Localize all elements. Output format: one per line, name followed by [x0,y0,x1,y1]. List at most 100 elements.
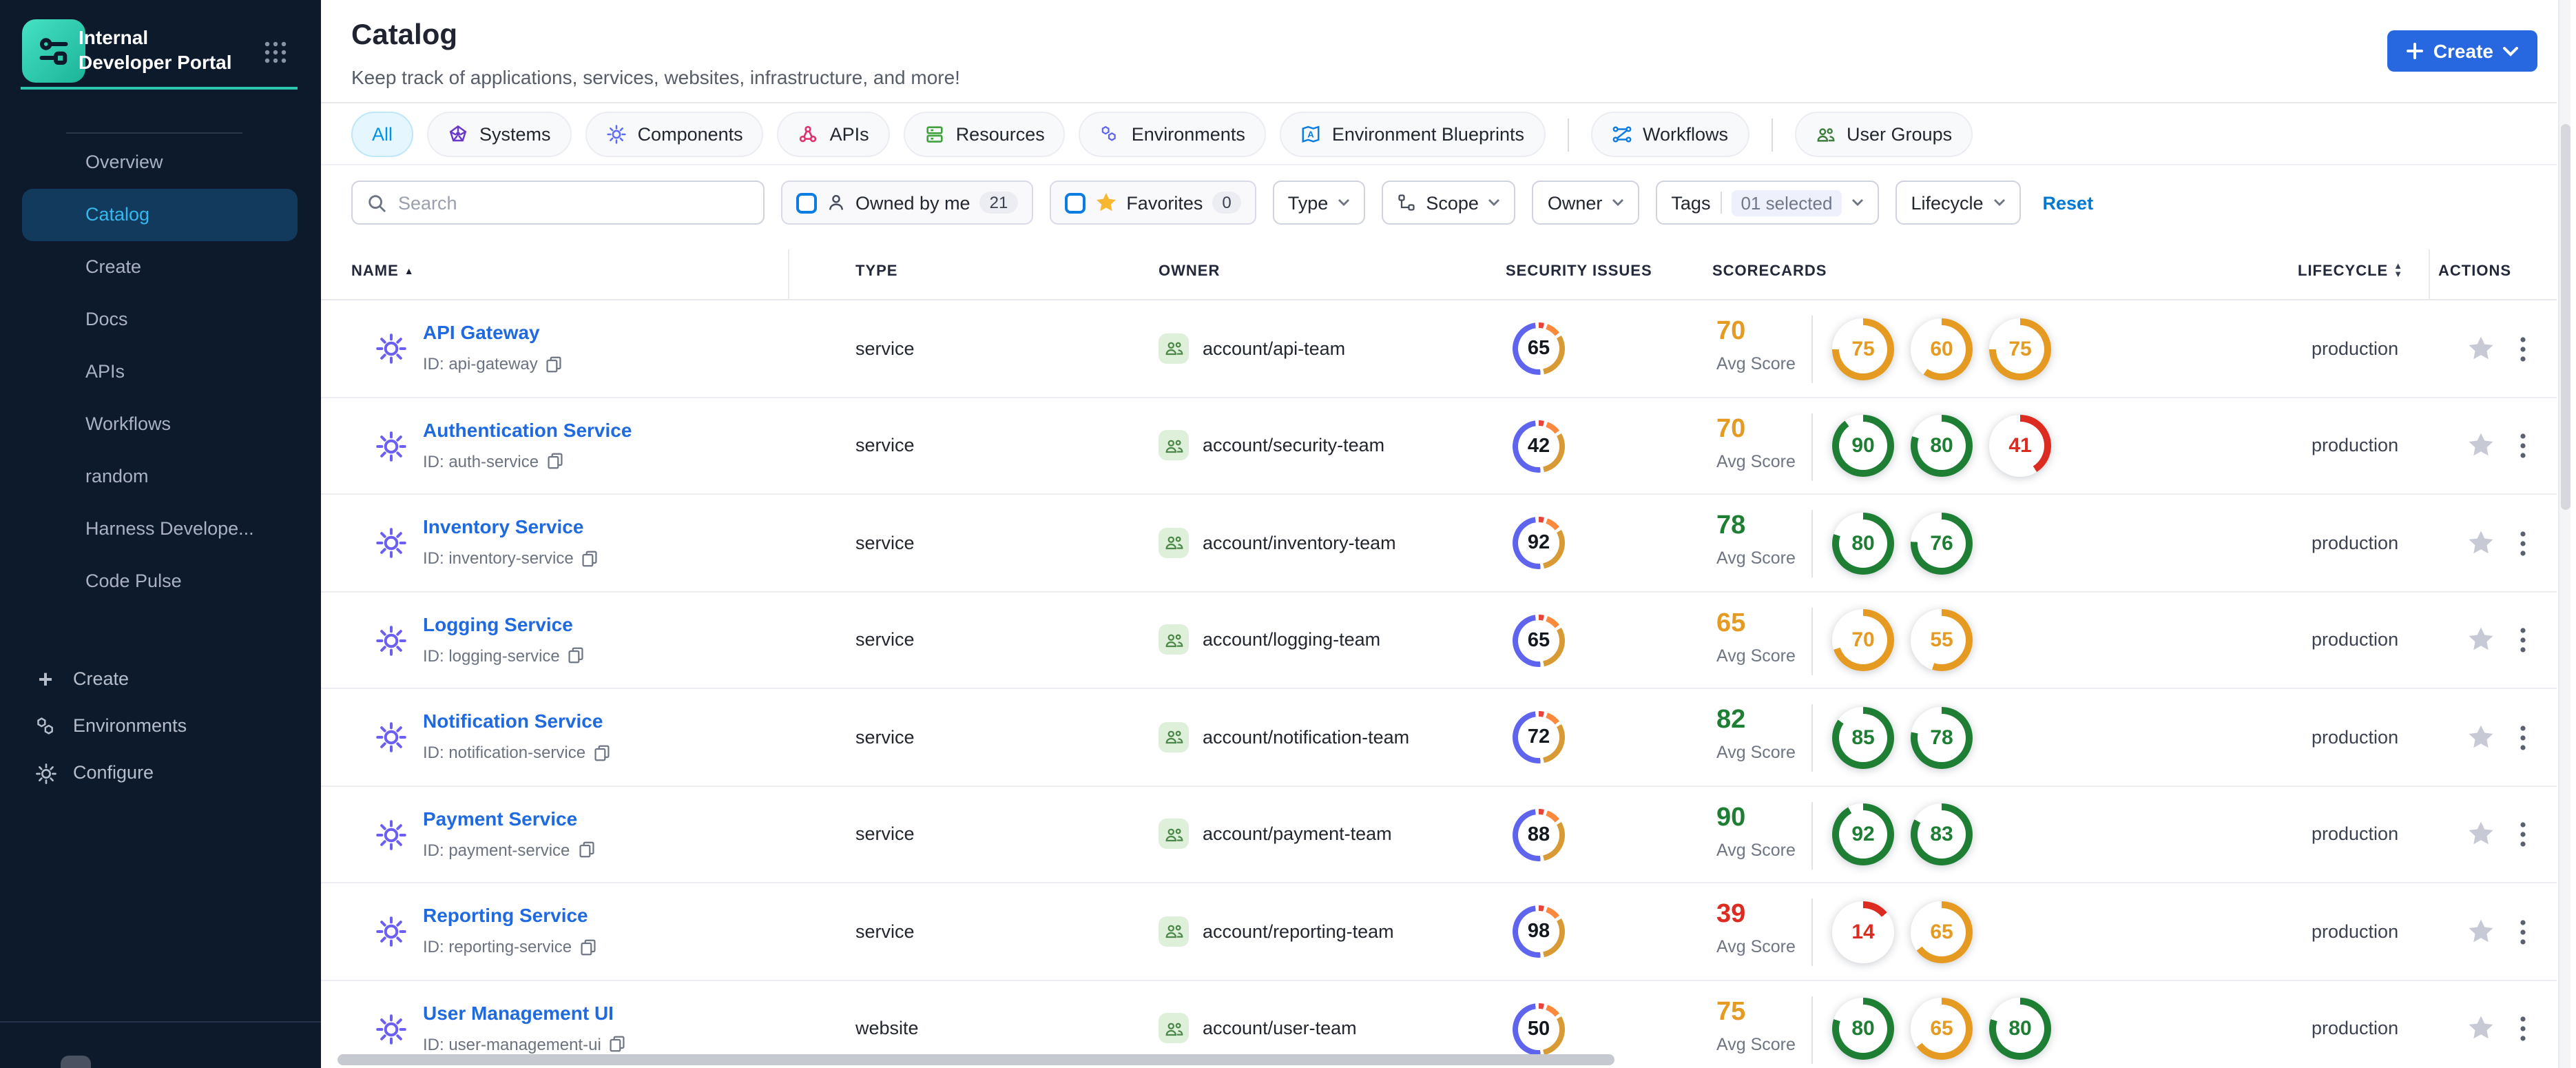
horizontal-scrollbar[interactable] [337,1054,1614,1065]
vertical-scrollbar[interactable] [2558,0,2570,1068]
lifecycle-dropdown[interactable]: Lifecycle [1895,181,2021,225]
favorite-star-icon[interactable] [2467,529,2495,557]
entity-name-link[interactable]: Notification Service [423,710,603,732]
owned-by-me-filter[interactable]: Owned by me 21 [781,181,1033,225]
favorite-star-icon[interactable] [2467,335,2495,362]
avg-score: 75 Avg Score [1716,997,1813,1054]
column-header-lifecycle[interactable]: LIFECYCLE ▲ ▼ [2298,263,2403,280]
copy-icon[interactable] [610,1035,626,1053]
favorite-star-icon[interactable] [2467,626,2495,654]
sidebar-item-catalog[interactable]: Catalog [22,189,298,241]
apps-grid-icon[interactable] [260,37,291,68]
scorecard-gauges: 90 80 41 [1832,415,2051,477]
row-menu-icon[interactable] [2520,919,2539,945]
sidebar-item-overview[interactable]: Overview [22,136,298,189]
avg-score-label: Avg Score [1716,1034,1796,1054]
entity-name-link[interactable]: Inventory Service [423,515,583,537]
search-input[interactable] [398,192,749,213]
tab-all[interactable]: All [351,112,414,157]
copy-icon[interactable] [546,355,563,373]
favorites-count: 0 [1212,192,1241,214]
scope-dropdown[interactable]: Scope [1382,181,1516,225]
entity-id: ID: user-management-ui [423,1034,601,1054]
sidebar-environments-button[interactable]: Environments [0,703,321,750]
favorites-checkbox[interactable] [1064,192,1086,213]
tab-apis[interactable]: APIs [777,112,890,157]
tab-environment-blueprints[interactable]: A Environment Blueprints [1279,112,1545,157]
copy-icon[interactable] [580,938,596,956]
owned-by-me-checkbox[interactable] [796,192,817,213]
favorite-star-icon[interactable] [2467,1015,2495,1043]
column-header-name[interactable]: NAME ▲ [351,263,415,280]
components-gear-icon [606,125,626,144]
row-menu-icon[interactable] [2520,725,2539,750]
row-menu-icon[interactable] [2520,433,2539,459]
sidebar-item-harness-developer[interactable]: Harness Develope... [22,503,298,555]
sidebar-create-button[interactable]: + Create [0,656,321,703]
copy-icon[interactable] [594,743,610,761]
search-box[interactable] [351,181,765,225]
help-icon[interactable] [61,1056,91,1068]
row-menu-icon[interactable] [2520,628,2539,653]
entity-id: ID: auth-service [423,451,539,471]
sidebar-item-apis[interactable]: APIs [22,346,298,398]
user-groups-icon [1816,128,1834,142]
owner-dropdown[interactable]: Owner [1532,181,1640,225]
sidebar-item-docs[interactable]: Docs [22,294,298,346]
sidebar-item-create[interactable]: Create [22,241,298,294]
copy-icon[interactable] [578,841,594,859]
tab-divider [1771,118,1773,151]
favorite-star-icon[interactable] [2467,432,2495,460]
row-menu-icon[interactable] [2520,336,2539,362]
tab-user-groups[interactable]: User Groups [1794,112,1973,157]
sidebar-configure-label: Configure [73,762,154,783]
security-issues-value: 92 [1527,532,1550,554]
create-button[interactable]: Create [2387,30,2537,72]
scorecard-gauge: 75 [1832,318,1894,380]
scorecard-gauge: 60 [1911,318,1973,380]
favorites-filter[interactable]: Favorites 0 [1049,181,1256,225]
owner-name: account/api-team [1203,338,1346,359]
tab-workflows[interactable]: Workflows [1590,112,1749,157]
avg-score-label: Avg Score [1716,354,1796,373]
favorite-star-icon[interactable] [2467,918,2495,945]
reset-filters-link[interactable]: Reset [2043,192,2094,213]
entity-type: service [855,338,915,359]
sidebar-item-workflows[interactable]: Workflows [22,398,298,451]
tags-dropdown[interactable]: Tags 01 selected [1656,181,1880,225]
copy-icon[interactable] [582,549,599,567]
table-header: NAME ▲ TYPE OWNER SECURITY ISSUES SCORECA… [321,249,2557,300]
tab-resources[interactable]: Resources [903,112,1066,157]
entity-name-link[interactable]: Authentication Service [423,418,632,440]
entity-name-link[interactable]: Reporting Service [423,904,588,926]
scorecard-gauge: 80 [1989,998,2051,1060]
security-issues-value: 88 [1527,823,1550,845]
type-dropdown[interactable]: Type [1272,181,1366,225]
entity-name-link[interactable]: Payment Service [423,807,577,829]
tab-environments[interactable]: Environments [1079,112,1266,157]
favorite-star-icon[interactable] [2467,723,2495,751]
component-gear-icon [375,721,408,754]
security-issues-gauge: 92 [1513,517,1565,569]
sidebar-configure-button[interactable]: Configure [0,750,321,797]
sidebar-item-random[interactable]: random [22,451,298,503]
row-menu-icon[interactable] [2520,531,2539,556]
vertical-scrollbar-thumb[interactable] [2561,124,2570,510]
entity-type: service [855,435,915,456]
tab-components[interactable]: Components [585,112,764,157]
copy-icon[interactable] [568,646,585,664]
hexagons-icon [33,714,58,739]
row-menu-icon[interactable] [2520,1016,2539,1042]
svg-text:A: A [1307,130,1314,140]
entity-name-link[interactable]: Logging Service [423,613,573,635]
owner-name: account/notification-team [1203,726,1410,748]
tab-systems[interactable]: Systems [427,112,572,157]
entity-id: ID: logging-service [423,646,560,665]
sidebar-item-code-pulse[interactable]: Code Pulse [22,555,298,608]
entity-type: service [855,726,915,748]
favorite-star-icon[interactable] [2467,821,2495,848]
row-menu-icon[interactable] [2520,822,2539,848]
entity-name-link[interactable]: User Management UI [423,1001,614,1023]
copy-icon[interactable] [547,452,563,470]
entity-name-link[interactable]: API Gateway [423,321,540,343]
